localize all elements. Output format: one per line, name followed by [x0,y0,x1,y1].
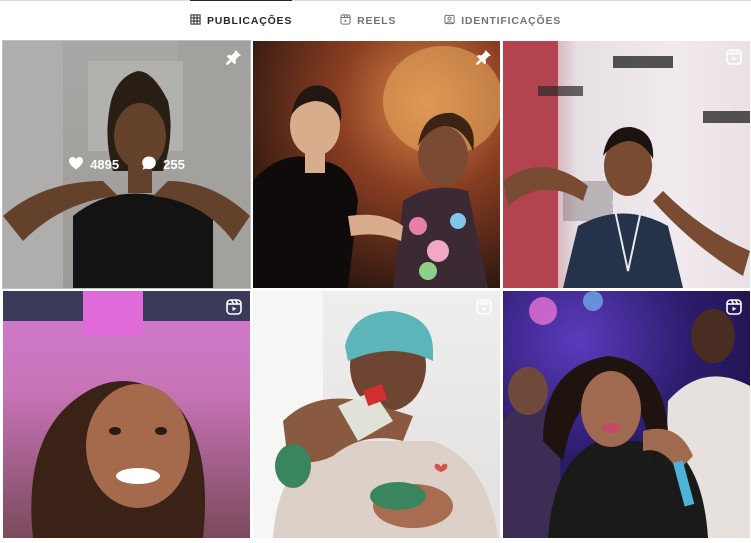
post-image [253,46,500,288]
post-tile[interactable]: 4895 255 [2,40,251,289]
heart-icon [68,155,84,174]
profile-tabs: PUBLICAÇÕES REELS IDENTIFICAÇÕES [0,0,751,41]
tab-posts[interactable]: PUBLICAÇÕES [189,0,293,41]
reel-icon [725,298,743,316]
post-tile[interactable] [253,291,500,538]
post-image [503,291,750,538]
tab-reels-label: REELS [357,14,397,27]
reel-icon [225,298,243,316]
post-image [3,291,250,538]
pin-icon [475,48,493,66]
post-stats-overlay: 4895 255 [3,41,250,288]
comments-stat: 255 [141,155,185,174]
grid-icon [190,13,201,28]
post-tile[interactable] [503,291,750,538]
tagged-icon [444,14,455,28]
tab-reels[interactable]: REELS [340,0,396,41]
likes-count: 4895 [90,157,120,172]
tab-tagged-label: IDENTIFICAÇÕES [461,14,562,27]
reels-icon [340,13,351,28]
post-tile[interactable] [3,291,250,538]
tab-tagged[interactable]: IDENTIFICAÇÕES [444,0,561,41]
post-tile[interactable] [253,41,500,288]
reel-icon [475,298,493,316]
profile-tabs-bar: PUBLICAÇÕES REELS IDENTIFICAÇÕES [0,0,751,41]
posts-grid: 4895 255 [2,40,751,538]
comment-icon [141,155,157,174]
post-image [253,291,498,538]
likes-stat: 4895 [68,155,119,174]
comments-count: 255 [163,157,185,172]
tab-posts-label: PUBLICAÇÕES [206,14,293,27]
post-image [503,41,750,288]
post-tile[interactable] [503,41,750,288]
reel-icon [725,48,743,66]
